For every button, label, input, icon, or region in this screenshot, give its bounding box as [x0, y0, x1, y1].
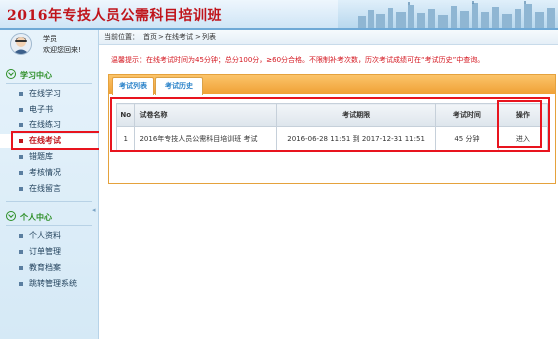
main-content: 当前位置： 首页 > 在线考试 > 列表 温馨提示：在线考试时间为45分钟；总分… — [99, 30, 558, 339]
sidebar: 学员 欢迎您回来! 学习中心 在线学习 电子书 在线练习 在线考试 错题库 考核… — [0, 30, 99, 339]
bullet-icon — [19, 92, 23, 96]
sidebar-item-messages[interactable]: 在线留言 — [0, 182, 98, 196]
tab-bar: 考试列表 考试历史 — [109, 75, 555, 95]
highlight-box-table — [110, 97, 550, 152]
sidebar-item-online-practice[interactable]: 在线练习 — [0, 118, 98, 132]
sidebar-item-assessment[interactable]: 考核情况 — [0, 166, 98, 180]
sidebar-item-management-system[interactable]: 跳转管理系统 — [0, 277, 98, 291]
sidebar-item-orders[interactable]: 订单管理 — [0, 245, 98, 259]
user-role: 学员 — [43, 35, 57, 43]
user-avatar-icon — [13, 37, 29, 54]
bullet-icon — [19, 282, 23, 286]
sidebar-item-wrong-questions[interactable]: 错题库 — [0, 150, 98, 164]
highlight-box-nav — [11, 131, 102, 150]
breadcrumb-home[interactable]: 首页 — [143, 30, 157, 44]
bullet-icon — [19, 108, 23, 112]
sidebar-item-online-study[interactable]: 在线学习 — [0, 87, 98, 101]
bullet-icon — [19, 250, 23, 254]
city-skyline-image — [338, 0, 558, 28]
bullet-icon — [19, 155, 23, 159]
tab-exam-list[interactable]: 考试列表 — [112, 77, 154, 95]
notice-text: 温馨提示：在线考试时间为45分钟；总分100分，≥60分合格。不限制补考次数，历… — [111, 56, 485, 64]
avatar — [10, 33, 32, 55]
bullet-icon — [19, 234, 23, 238]
section-divider — [6, 225, 92, 226]
user-panel: 学员 欢迎您回来! — [0, 30, 98, 62]
highlight-box-enter — [497, 100, 542, 148]
site-title: 2016年专技人员公需科目培训班 — [7, 8, 222, 24]
collapse-circle-icon — [6, 69, 16, 79]
header-banner: 2016年专技人员公需科目培训班 — [0, 0, 558, 28]
collapse-arrow-icon[interactable]: ◂ — [92, 206, 98, 216]
sidebar-item-ebook[interactable]: 电子书 — [0, 103, 98, 117]
tab-exam-history[interactable]: 考试历史 — [155, 77, 203, 95]
learning-center-heading[interactable]: 学习中心 — [6, 69, 94, 83]
breadcrumb-current: 列表 — [202, 33, 216, 41]
personal-center-heading[interactable]: 个人中心 — [6, 211, 94, 225]
collapse-circle-icon — [6, 211, 16, 221]
sidebar-item-profile[interactable]: 个人资料 — [0, 229, 98, 243]
bullet-icon — [19, 187, 23, 191]
welcome-text: 欢迎您回来! — [43, 46, 81, 54]
bullet-icon — [19, 123, 23, 127]
breadcrumb: 当前位置： 首页 > 在线考试 > 列表 — [99, 30, 558, 45]
bullet-icon — [19, 266, 23, 270]
section-divider — [6, 201, 92, 202]
sidebar-item-education-records[interactable]: 教育档案 — [0, 261, 98, 275]
bullet-icon — [19, 171, 23, 175]
section-divider — [6, 83, 92, 84]
breadcrumb-online-exam[interactable]: 在线考试 — [165, 30, 193, 44]
